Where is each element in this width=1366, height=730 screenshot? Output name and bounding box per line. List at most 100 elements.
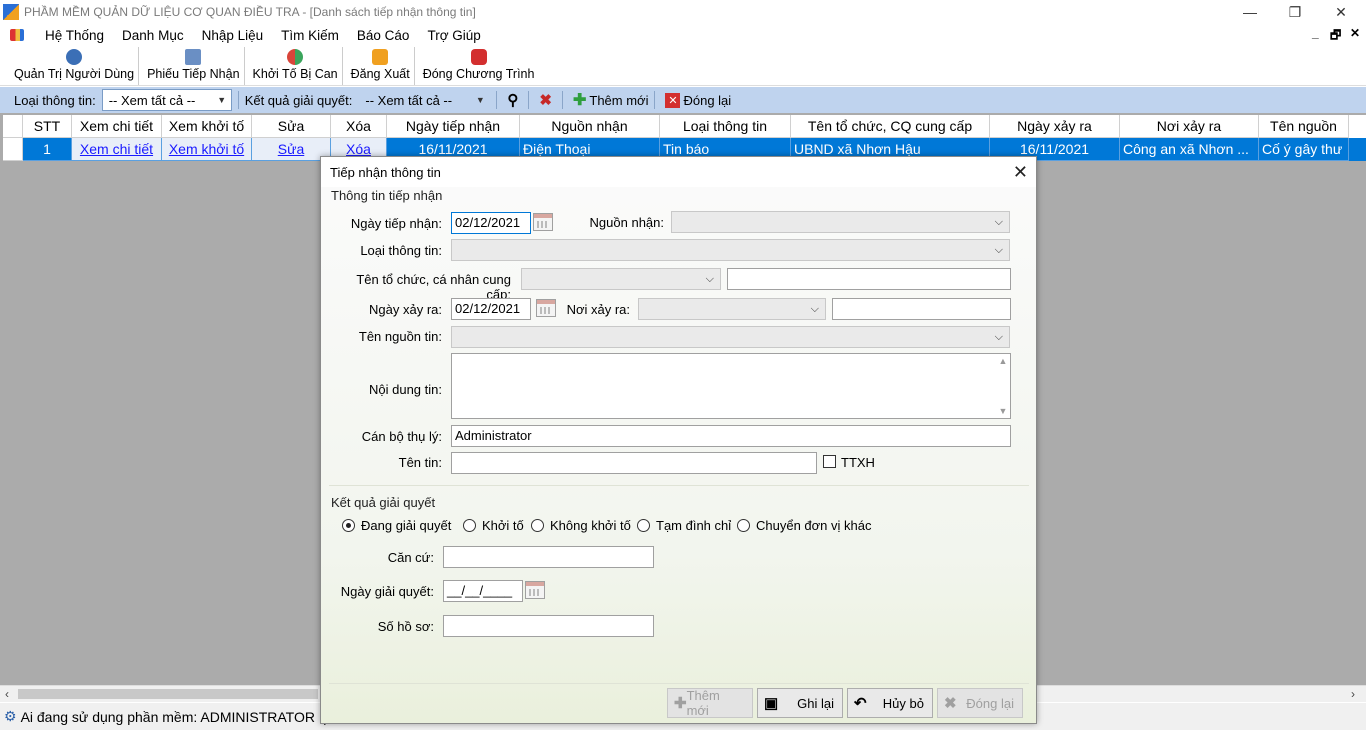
mdi-minimize-button[interactable]: _ xyxy=(1312,26,1319,40)
user-admin-label: Quản Trị Người Dùng xyxy=(14,67,135,81)
app-icon xyxy=(3,4,19,20)
provider-text-field[interactable] xyxy=(727,268,1011,290)
dialog-cancel-button[interactable]: ↶ Hủy bỏ xyxy=(847,688,933,718)
radio-dot xyxy=(342,519,355,532)
officer-label: Cán bộ thụ lý: xyxy=(361,429,442,444)
data-grid: STT Xem chi tiết Xem khởi tố Sửa Xóa Ngà… xyxy=(3,115,1366,161)
dialog-close-button[interactable]: ✖ Đóng lại xyxy=(937,688,1023,718)
col-header-occur-place[interactable]: Nơi xảy ra xyxy=(1120,115,1259,138)
row-header[interactable] xyxy=(3,138,23,161)
occur-date-field[interactable]: 02/12/2021 xyxy=(451,298,531,320)
content-textarea[interactable]: ▲ ▼ xyxy=(451,353,1011,419)
scroll-thumb[interactable] xyxy=(18,689,318,699)
people-icon xyxy=(287,49,304,65)
source-name-select[interactable]: ⌵ xyxy=(451,326,1010,348)
col-header-info-type[interactable]: Loại thông tin xyxy=(660,115,791,138)
occur-place-select[interactable]: ⌵ xyxy=(638,298,826,320)
provider-select[interactable]: ⌵ xyxy=(521,268,721,290)
type-filter-select[interactable]: -- Xem tất cả -- ▼ xyxy=(101,89,232,111)
radio-transfer[interactable]: Chuyển đơn vị khác xyxy=(737,518,871,533)
col-header-stt[interactable]: STT xyxy=(23,115,72,138)
clear-filter-icon[interactable]: ✖ xyxy=(539,91,552,109)
restore-button[interactable]: ❐ xyxy=(1272,0,1318,24)
menu-bar: Hệ Thống Danh Mục Nhập Liệu Tìm Kiếm Báo… xyxy=(0,24,1366,46)
close-button[interactable]: ✕ xyxy=(1318,0,1364,24)
col-header-delete[interactable]: Xóa xyxy=(331,115,387,138)
mdi-restore-button[interactable]: 🗗 xyxy=(1330,26,1341,47)
view-prosecution-link[interactable]: Xem khởi tố xyxy=(162,138,252,161)
col-header-view-detail[interactable]: Xem chi tiết xyxy=(72,115,162,138)
source-select[interactable]: ⌵ xyxy=(671,211,1010,233)
intake-form-button[interactable]: Phiếu Tiếp Nhận xyxy=(139,47,245,85)
calendar-icon[interactable] xyxy=(525,581,545,599)
close-list-button[interactable]: ✕ Đóng lại xyxy=(665,92,731,108)
plus-icon: ✚ xyxy=(674,695,687,712)
scroll-left-icon[interactable]: ‹ xyxy=(5,687,9,701)
divider xyxy=(329,485,1029,486)
calendar-icon[interactable] xyxy=(536,299,556,317)
radio-prosecuted[interactable]: Khởi tố xyxy=(463,518,524,533)
chevron-down-icon: ⌵ xyxy=(994,216,1003,228)
info-name-field[interactable] xyxy=(451,452,817,474)
basis-field[interactable] xyxy=(443,546,654,568)
menu-tim-kiem[interactable]: Tìm Kiếm xyxy=(272,28,348,43)
mdi-app-icon[interactable] xyxy=(10,29,24,41)
menu-tro-giup[interactable]: Trợ Giúp xyxy=(418,28,489,43)
result-filter-label: Kết quả giải quyết: xyxy=(244,92,353,108)
radio-dot xyxy=(737,519,750,532)
scroll-right-icon[interactable]: › xyxy=(1351,687,1355,701)
menu-danh-muc[interactable]: Danh Mục xyxy=(113,28,193,43)
main-toolbar: Quản Trị Người Dùng Phiếu Tiếp Nhận Khởi… xyxy=(0,46,1366,86)
plus-icon: ✚ xyxy=(572,92,587,109)
intake-form-label: Phiếu Tiếp Nhận xyxy=(147,67,240,81)
occur-date-label: Ngày xảy ra: xyxy=(369,302,442,317)
add-new-label: Thêm mới xyxy=(589,92,649,108)
prosecute-button[interactable]: Khởi Tố Bị Can xyxy=(245,47,343,85)
menu-bao-cao[interactable]: Báo Cáo xyxy=(348,28,419,43)
resolve-date-field[interactable]: __/__/____ xyxy=(443,580,523,602)
dialog-close-label: Đóng lại xyxy=(966,695,1014,711)
col-header-source-name[interactable]: Tên nguồn xyxy=(1259,115,1349,138)
col-header-view-prosecution[interactable]: Xem khởi tố xyxy=(162,115,252,138)
exit-button[interactable]: Đóng Chương Trình xyxy=(415,47,539,85)
close-red-icon: ✕ xyxy=(665,92,681,108)
source-label: Nguồn nhận: xyxy=(589,215,664,230)
result-filter-select[interactable]: -- Xem tất cả -- ▼ xyxy=(358,89,491,111)
dialog-close-icon[interactable]: ✕ xyxy=(1013,162,1028,183)
col-header-edit[interactable]: Sửa xyxy=(252,115,331,138)
menu-nhap-lieu[interactable]: Nhập Liệu xyxy=(193,28,273,43)
info-type-select[interactable]: ⌵ xyxy=(451,239,1010,261)
radio-dot xyxy=(531,519,544,532)
source-name-label: Tên nguồn tin: xyxy=(358,329,442,344)
search-binoculars-icon[interactable]: ⚲ xyxy=(507,91,518,109)
radio-suspended[interactable]: Tạm đình chỉ xyxy=(637,518,731,533)
intake-date-field[interactable]: 02/12/2021 xyxy=(451,212,531,234)
add-new-button[interactable]: ✚ Thêm mới xyxy=(573,90,649,110)
file-no-field[interactable] xyxy=(443,615,654,637)
col-header-intake-date[interactable]: Ngày tiếp nhận xyxy=(387,115,520,138)
minimize-button[interactable]: — xyxy=(1227,0,1273,24)
user-admin-button[interactable]: Quản Trị Người Dùng xyxy=(6,47,140,85)
view-detail-link[interactable]: Xem chi tiết xyxy=(72,138,162,161)
radio-processing[interactable]: Đang giải quyết xyxy=(342,518,451,533)
dialog-save-label: Ghi lại xyxy=(797,695,834,711)
menu-he-thong[interactable]: Hệ Thống xyxy=(36,28,113,43)
logout-button[interactable]: Đăng Xuất xyxy=(343,47,415,85)
file-no-label: Số hồ sơ: xyxy=(377,619,434,634)
calendar-icon[interactable] xyxy=(533,213,553,231)
radio-not-prosecuted[interactable]: Không khởi tố xyxy=(531,518,631,533)
gear-icon: ⚙ xyxy=(4,708,17,724)
officer-field[interactable]: Administrator xyxy=(451,425,1011,447)
dialog-save-button[interactable]: ▣ Ghi lại xyxy=(757,688,843,718)
col-header-source[interactable]: Nguồn nhận xyxy=(520,115,660,138)
col-header-provider[interactable]: Tên tổ chức, CQ cung cấp xyxy=(791,115,990,138)
dialog-add-button[interactable]: ✚ Thêm mới xyxy=(667,688,753,718)
type-filter-value: -- Xem tất cả -- xyxy=(108,92,196,108)
scroll-up-icon[interactable]: ▲ xyxy=(998,356,1008,366)
chevron-down-icon: ▼ xyxy=(475,95,485,105)
ttxh-checkbox[interactable] xyxy=(823,455,836,468)
mdi-close-button[interactable]: ✕ xyxy=(1350,26,1360,40)
occur-place-text-field[interactable] xyxy=(832,298,1011,320)
col-header-occur-date[interactable]: Ngày xảy ra xyxy=(990,115,1120,138)
scroll-down-icon[interactable]: ▼ xyxy=(998,406,1008,416)
